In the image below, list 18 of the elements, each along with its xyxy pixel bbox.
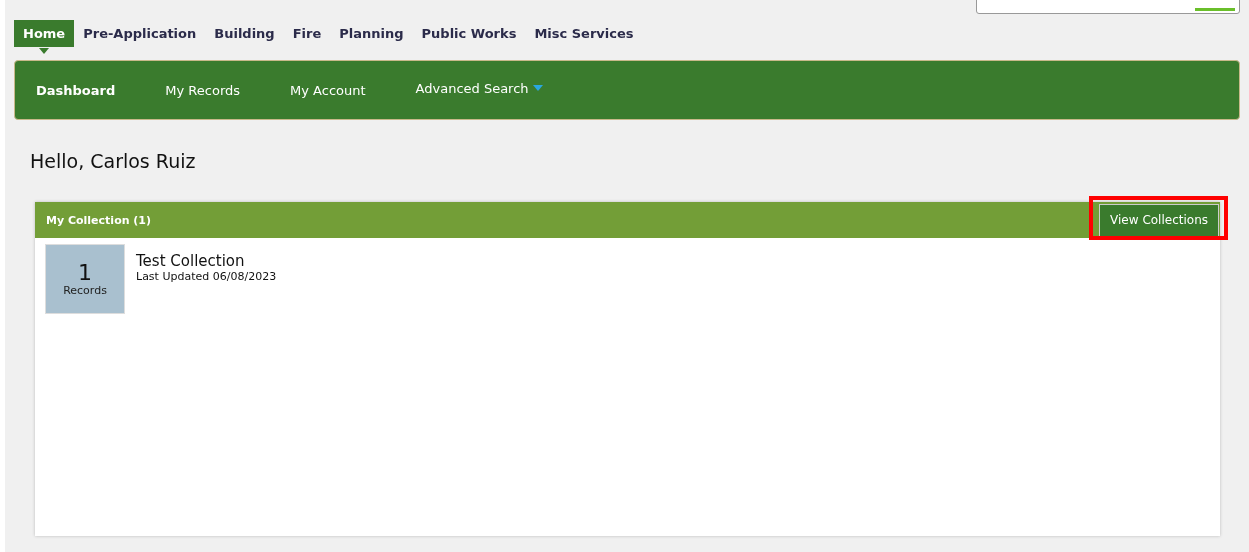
greeting: Hello, Carlos Ruiz [30, 150, 197, 174]
nav-tab[interactable]: Misc Services [525, 20, 643, 47]
collection-name[interactable]: Test Collection [136, 252, 277, 270]
nav-link[interactable]: Dashboard [27, 82, 125, 98]
nav-tab[interactable]: Public Works [412, 20, 526, 47]
nav-link[interactable]: My Records [156, 82, 250, 98]
record-count-label: Records [63, 283, 107, 297]
last-updated: Last Updated 06/08/2023 [136, 270, 277, 283]
nav-link[interactable]: My Account [281, 82, 375, 98]
panel-title: My Collection (1) [46, 213, 152, 227]
nav-tab[interactable]: Planning [330, 20, 413, 47]
nav-link[interactable]: Advanced Search [406, 80, 552, 96]
nav-tab[interactable]: Fire [283, 20, 331, 47]
view-collections-button[interactable]: View Collections [1099, 203, 1219, 237]
nav-tab[interactable]: Building [205, 20, 284, 47]
search-field[interactable] [976, 0, 1240, 14]
record-count: 1 [78, 261, 92, 284]
nav-tab[interactable]: Pre-Application [74, 20, 206, 47]
